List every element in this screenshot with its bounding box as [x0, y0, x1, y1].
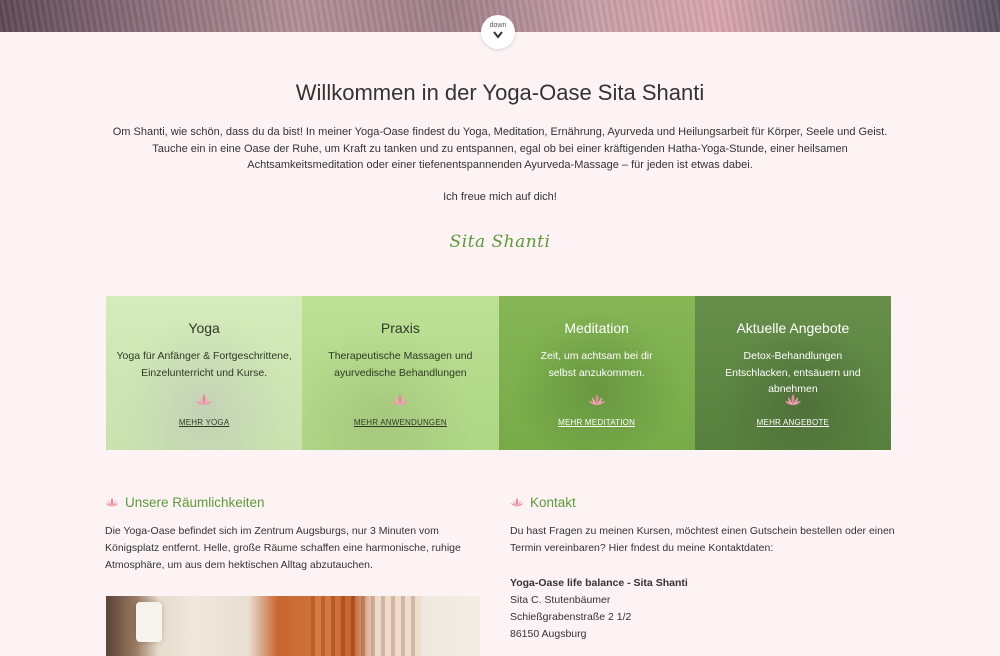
- rooms-section: Unsere Räumlichkeiten Die Yoga-Oase befi…: [105, 495, 485, 574]
- more-meditation-link[interactable]: MEHR MEDITATION: [499, 418, 695, 427]
- lotus-icon: [510, 497, 524, 507]
- tile-angebote[interactable]: Aktuelle Angebote Detox-Behandlungen Ents…: [694, 296, 891, 450]
- tile-text: Therapeutische Massagen und ayurvedische …: [328, 350, 473, 379]
- lotus-icon: [784, 394, 801, 405]
- contact-person: Sita C. Stutenbäumer: [510, 594, 611, 606]
- more-yoga-link[interactable]: MEHR YOGA: [106, 418, 302, 427]
- contact-section: Kontakt Du hast Fragen zu meinen Kursen,…: [510, 495, 900, 643]
- lotus-icon: [196, 394, 213, 405]
- tile-yoga[interactable]: Yoga Yoga für Anfänger & Fortgeschritten…: [106, 296, 303, 450]
- lotus-icon: [588, 394, 605, 405]
- signature: Sita Shanti: [449, 232, 551, 252]
- business-name: Yoga-Oase life balance - Sita Shanti: [510, 577, 688, 589]
- room-photo: [106, 596, 480, 656]
- tile-meditation[interactable]: Meditation Zeit, um achtsam bei dir selbs…: [498, 296, 695, 450]
- tile-title: Aktuelle Angebote: [736, 320, 850, 336]
- lotus-icon: [392, 394, 409, 405]
- greeting-text: Ich freue mich auf dich!: [443, 191, 557, 203]
- down-label: down: [489, 22, 507, 29]
- street: Schießgrabenstraße 2 1/2: [510, 611, 632, 623]
- chevron-down-icon: [493, 31, 503, 39]
- lotus-icon: [105, 497, 119, 507]
- service-tiles: Yoga Yoga für Anfänger & Fortgeschritten…: [106, 296, 891, 450]
- intro-text: Om Shanti, wie schön, dass du da bist! I…: [112, 126, 888, 171]
- tile-text: Detox-Behandlungen Entschlacken, entsäuer…: [725, 350, 861, 395]
- tile-praxis[interactable]: Praxis Therapeutische Massagen und ayurve…: [302, 296, 499, 450]
- tile-title: Yoga: [188, 320, 220, 336]
- scroll-down-button[interactable]: down: [481, 15, 515, 49]
- more-anwendungen-link[interactable]: MEHR ANWENDUNGEN: [302, 418, 498, 427]
- contact-address: Yoga-Oase life balance - Sita Shanti Sit…: [510, 575, 900, 643]
- tile-title: Praxis: [380, 320, 420, 336]
- tile-title: Meditation: [564, 320, 629, 336]
- tile-text: Yoga für Anfänger & Fortgeschrittene, Ein…: [116, 350, 292, 379]
- rooms-text: Die Yoga-Oase befindet sich im Zentrum A…: [105, 525, 461, 571]
- contact-heading: Kontakt: [510, 495, 900, 510]
- more-angebote-link[interactable]: MEHR ANGEBOTE: [695, 418, 891, 427]
- rooms-heading: Unsere Räumlichkeiten: [105, 495, 485, 510]
- city: 86150 Augsburg: [510, 628, 587, 640]
- tile-text: Zeit, um achtsam bei dir selbst anzukomme…: [540, 350, 653, 379]
- contact-text: Du hast Fragen zu meinen Kursen, möchtes…: [510, 525, 895, 554]
- page-title: Willkommen in der Yoga-Oase Sita Shanti: [295, 80, 705, 105]
